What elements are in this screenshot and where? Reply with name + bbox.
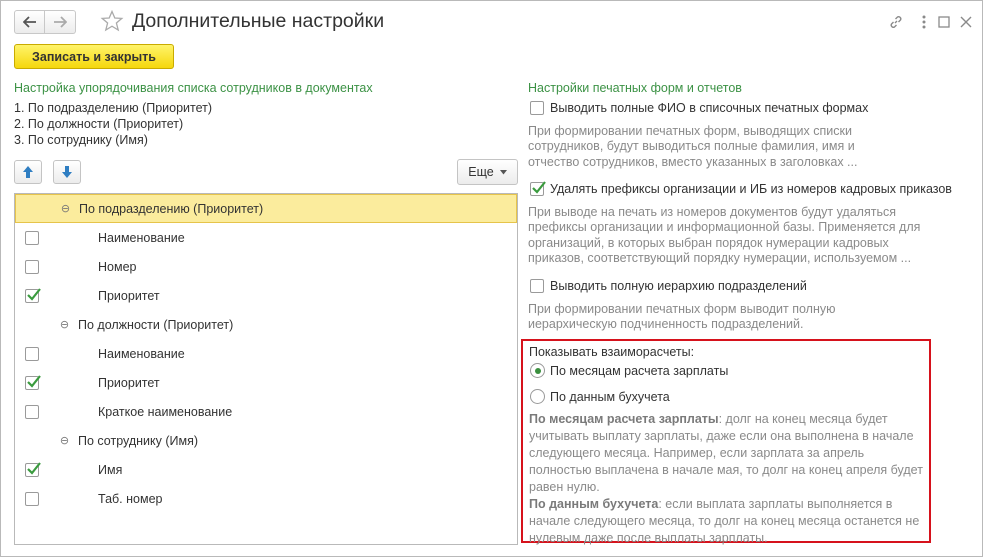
left-section-title: Настройка упорядочивания списка сотрудни… xyxy=(14,81,373,95)
tree-group-label: По сотруднику (Имя) xyxy=(78,434,199,448)
field-checkbox[interactable] xyxy=(25,260,39,274)
full-name-hint: При формировании печатных форм, выводящи… xyxy=(528,124,923,170)
collapse-icon[interactable]: ⊖ xyxy=(60,204,71,215)
settlements-title: Показывать взаиморасчеты: xyxy=(529,345,695,359)
checkmark-icon xyxy=(532,181,546,194)
checkmark-icon xyxy=(27,462,41,475)
sort-fields-tree: ⊖ По подразделению (Приоритет) Наименова… xyxy=(14,193,518,545)
star-icon[interactable] xyxy=(100,9,124,33)
right-section-title: Настройки печатных форм и отчетов xyxy=(528,81,742,95)
tree-field-row[interactable]: Приоритет xyxy=(15,369,517,398)
hint-line: При выводе на печать из номеров документ… xyxy=(528,205,896,219)
arrow-down-icon xyxy=(62,166,72,178)
radio-by-accounting-data[interactable] xyxy=(530,389,545,404)
save-and-close-button[interactable]: Записать и закрыть xyxy=(14,44,174,69)
tree-field-row[interactable]: Таб. номер xyxy=(15,485,517,514)
full-hierarchy-label: Выводить полную иерархию подразделений xyxy=(550,279,807,293)
order-line-2: 2. По должности (Приоритет) xyxy=(14,117,184,131)
tree-field-row[interactable]: Наименование xyxy=(15,224,517,253)
collapse-icon[interactable]: ⊖ xyxy=(59,320,70,331)
tree-field-label: Краткое наименование xyxy=(98,405,233,419)
remove-prefixes-label: Удалять префиксы организации и ИБ из ном… xyxy=(550,182,952,196)
tree-field-label: Наименование xyxy=(98,347,185,361)
radio-selected-dot xyxy=(534,367,541,374)
move-down-button[interactable] xyxy=(53,160,81,184)
field-checkbox[interactable] xyxy=(25,405,39,419)
forward-button[interactable] xyxy=(45,10,76,34)
order-line-1: 1. По подразделению (Приоритет) xyxy=(14,101,213,115)
close-icon[interactable] xyxy=(956,12,976,32)
tree-field-label: Таб. номер xyxy=(98,492,163,506)
hint-line: сотрудников, будут выводиться полные фам… xyxy=(528,139,855,154)
settlements-explanation: По месяцам расчета зарплаты: долг на кон… xyxy=(529,411,929,547)
more-actions-label: Еще xyxy=(468,165,494,179)
hint-line: При формировании печатных форм, выводящи… xyxy=(528,124,852,138)
window-title: Дополнительные настройки xyxy=(132,10,385,32)
tree-field-label: Приоритет xyxy=(98,376,160,390)
tree-field-label: Номер xyxy=(98,260,137,274)
tree-field-row[interactable]: Наименование xyxy=(15,340,517,369)
field-checkbox[interactable] xyxy=(25,492,39,506)
full-name-checkbox[interactable] xyxy=(530,101,544,115)
radio-by-accounting-data-label: По данным бухучета xyxy=(550,390,670,404)
radio-by-payroll-months-label: По месяцам расчета зарплаты xyxy=(550,364,729,378)
full-name-label: Выводить полные ФИО в списочных печатных… xyxy=(550,101,869,115)
move-up-button[interactable] xyxy=(14,160,42,184)
tree-field-row[interactable]: Краткое наименование xyxy=(15,398,517,427)
full-hierarchy-hint: При формировании печатных форм выводит п… xyxy=(528,302,923,333)
maximize-icon[interactable] xyxy=(934,12,954,32)
checkmark-icon xyxy=(27,288,41,301)
arrow-left-icon xyxy=(22,16,36,28)
checkmark-icon xyxy=(27,375,41,388)
hint-line: иерархическую подчиненность подразделени… xyxy=(528,317,804,332)
more-actions-button[interactable]: Еще xyxy=(457,159,518,185)
hint-line: префиксы организации и информационной ба… xyxy=(528,220,921,235)
remove-prefixes-hint: При выводе на печать из номеров документ… xyxy=(528,205,923,267)
collapse-icon[interactable]: ⊖ xyxy=(59,436,70,447)
full-hierarchy-checkbox[interactable] xyxy=(530,279,544,293)
field-checkbox[interactable] xyxy=(25,347,39,361)
tree-group-row[interactable]: ⊖ По должности (Приоритет) xyxy=(15,311,517,340)
hint-line: организаций, в которых выбран порядок ну… xyxy=(528,235,889,250)
arrow-right-icon xyxy=(54,16,67,28)
explanation-term-2: По данным бухучета xyxy=(529,497,659,511)
hint-line: отчество сотрудников, вместо указанных в… xyxy=(528,154,858,169)
tree-group-row[interactable]: ⊖ По сотруднику (Имя) xyxy=(15,427,517,456)
tree-field-row[interactable]: Номер xyxy=(15,253,517,282)
field-checkbox[interactable] xyxy=(25,231,39,245)
radio-by-payroll-months[interactable] xyxy=(530,363,545,378)
tree-field-label: Приоритет xyxy=(98,289,160,303)
link-icon[interactable] xyxy=(886,12,906,32)
field-checkbox[interactable] xyxy=(25,288,41,303)
back-button[interactable] xyxy=(14,10,45,34)
explanation-paragraph-1: По месяцам расчета зарплаты: долг на кон… xyxy=(529,411,929,496)
chevron-down-icon xyxy=(499,169,507,174)
explanation-paragraph-2: По данным бухучета: если выплата зарплат… xyxy=(529,496,929,547)
hint-line: приказов, соответствующий порядку нумера… xyxy=(528,251,912,266)
hint-line: При формировании печатных форм выводит п… xyxy=(528,302,836,316)
title-bar: Дополнительные настройки xyxy=(1,1,982,41)
tree-field-label: Имя xyxy=(98,463,123,477)
field-checkbox[interactable] xyxy=(25,375,41,390)
tree-group-label: По подразделению (Приоритет) xyxy=(79,202,264,216)
more-vertical-icon[interactable] xyxy=(914,12,934,32)
remove-prefixes-checkbox[interactable] xyxy=(530,181,546,196)
tree-field-row[interactable]: Имя xyxy=(15,456,517,485)
tree-field-label: Наименование xyxy=(98,231,185,245)
tree-group-label: По должности (Приоритет) xyxy=(78,318,234,332)
tree-group-row[interactable]: ⊖ По подразделению (Приоритет) xyxy=(15,194,517,223)
field-checkbox[interactable] xyxy=(25,462,41,477)
order-line-3: 3. По сотруднику (Имя) xyxy=(14,133,148,147)
tree-field-row[interactable]: Приоритет xyxy=(15,282,517,311)
arrow-up-icon xyxy=(23,166,33,178)
settings-window: Дополнительные настройки Записать и закр… xyxy=(0,0,983,557)
explanation-term-1: По месяцам расчета зарплаты xyxy=(529,412,719,426)
